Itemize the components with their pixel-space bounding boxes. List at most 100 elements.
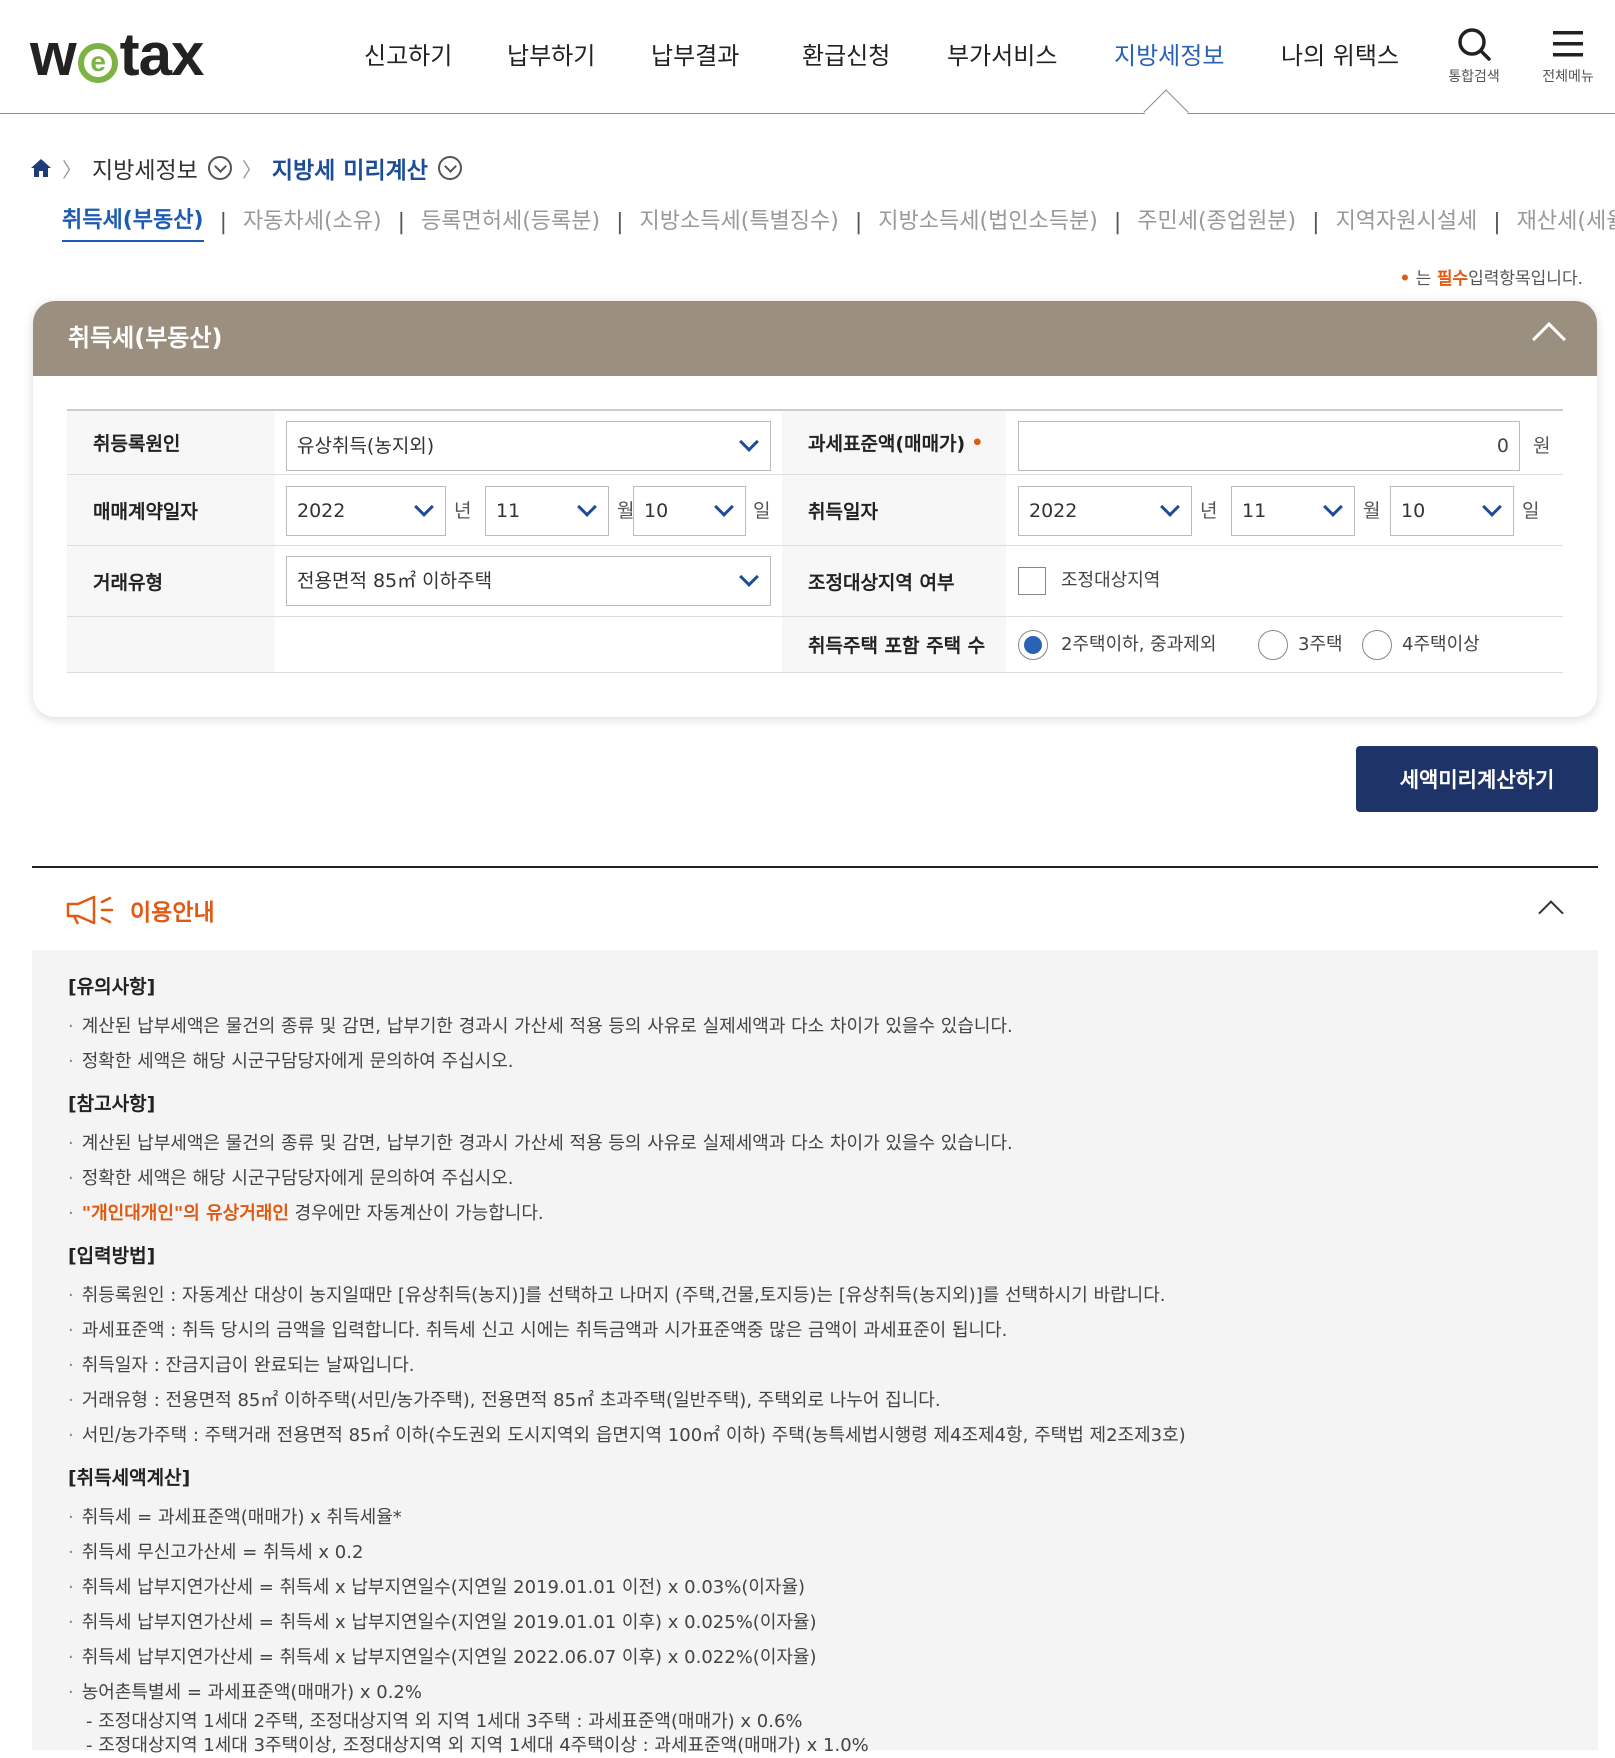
tab-divider: | <box>616 209 624 235</box>
list-item-text: 거래유형 : 전용면적 85㎡ 이하주택(서민/농가주택), 전용면적 85㎡ … <box>81 1390 941 1411</box>
menu-label: 전체메뉴 <box>1542 69 1594 85</box>
chevron-down-circle-icon[interactable] <box>207 156 232 180</box>
calculate-tax-button[interactable]: 세액미리계산하기 <box>1356 746 1598 812</box>
house-count-label: 취득주택 포함 주택 수 <box>782 617 1006 672</box>
nav-payment[interactable]: 납부하기 <box>507 34 595 78</box>
list-item-text: 취득세 납부지연가산세 = 취득세 x 납부지연일수(지연일 2019.01.0… <box>81 1612 817 1633</box>
deal-type-select[interactable]: 전용면적 85㎡ 이하주택 <box>286 556 771 606</box>
list-item: · 취득세 = 과세표준액(매매가) x 취득세율* <box>68 1507 402 1528</box>
list-item: · 취등록원인 : 자동계산 대상이 농지일때만 [유상취득(농지)]를 선택하고… <box>68 1285 1166 1306</box>
house-count-option-3[interactable]: 3주택 <box>1298 630 1343 660</box>
nav-payment-result[interactable]: 납부결과 <box>651 34 739 78</box>
tab-registration-license-tax[interactable]: 등록면허세(등록분) <box>421 203 600 241</box>
breadcrumb-level1[interactable]: 지방세정보 <box>92 151 198 185</box>
acq-day-value: 10 <box>1401 500 1426 522</box>
adjust-region-label: 조정대상지역 여부 <box>782 546 1006 616</box>
adjust-region-option-label[interactable]: 조정대상지역 <box>1061 566 1160 596</box>
tab-regional-resource-facility-tax[interactable]: 지역자원시설세 <box>1336 203 1478 241</box>
home-icon[interactable] <box>30 157 52 179</box>
tab-divider: | <box>219 209 227 235</box>
contract-day-value: 10 <box>644 500 669 522</box>
form-row: 취등록원인 유상취득(농지외) 과세표준액(매매가) • 0 원 <box>67 409 1563 475</box>
nav-file-report[interactable]: 신고하기 <box>364 34 452 78</box>
guide-title: 이용안내 <box>66 890 215 930</box>
house-count-radio-4-or-more[interactable] <box>1362 630 1392 660</box>
sub-list-item: - 조정대상지역 1세대 3주택이상, 조정대상지역 외 지역 1세대 4주택이… <box>86 1735 869 1756</box>
contract-day-select[interactable]: 10 <box>633 486 746 536</box>
form-row: 매매계약일자 2022 년 11 월 10 일 취득일자 2022 년 11 월… <box>67 475 1563 546</box>
tab-property-tax-special[interactable]: 재산세(세율특례) <box>1517 203 1615 241</box>
day-unit: 일 <box>1522 500 1540 522</box>
house-count-option-4-or-more[interactable]: 4주택이상 <box>1402 630 1480 660</box>
megaphone-icon <box>66 895 114 925</box>
won-unit: 원 <box>1533 435 1551 457</box>
list-item-text: 경우에만 자동계산이 가능합니다. <box>288 1203 544 1224</box>
wetax-logo[interactable]: w e tax <box>30 18 204 92</box>
list-item-text: 취득일자 : 잔금지급이 완료되는 날짜입니다. <box>81 1355 415 1376</box>
chevron-down-icon <box>1160 497 1180 517</box>
integrated-search-button[interactable]: 통합검색 <box>1434 26 1514 86</box>
list-item: · 취득세 납부지연가산세 = 취득세 x 납부지연일수(지연일 2022.06.… <box>68 1647 817 1668</box>
tab-local-income-tax-special[interactable]: 지방소득세(특별징수) <box>640 203 839 241</box>
guide-body: [유의사항] · 계산된 납부세액은 물건의 종류 및 감면, 납부기한 경과시 … <box>32 950 1598 1756</box>
month-unit: 월 <box>617 500 635 522</box>
highlight-text: "개인대개인"의 유상거래인 <box>81 1203 289 1224</box>
chevron-down-icon <box>714 497 734 517</box>
list-item: · 취득세 납부지연가산세 = 취득세 x 납부지연일수(지연일 2019.01.… <box>68 1577 806 1598</box>
month-unit: 월 <box>1363 500 1381 522</box>
chevron-down-icon <box>1482 497 1502 517</box>
tab-vehicle-tax[interactable]: 자동차세(소유) <box>243 203 382 241</box>
adjust-region-checkbox[interactable] <box>1018 567 1046 595</box>
house-count-option-2-or-less[interactable]: 2주택이하, 중과제외 <box>1061 630 1216 660</box>
form-row: 거래유형 전용면적 85㎡ 이하주택 조정대상지역 여부 조정대상지역 <box>67 546 1563 617</box>
required-bullet: • <box>1399 269 1411 289</box>
house-count-radio-3[interactable] <box>1258 630 1288 660</box>
chevron-down-circle-icon[interactable] <box>437 156 462 180</box>
empty-label-cell <box>67 617 275 672</box>
tab-local-income-tax-corporate[interactable]: 지방소득세(법인소득분) <box>878 203 1098 241</box>
tab-divider: | <box>1113 209 1122 235</box>
list-item-text: 취득세 무신고가산세 = 취득세 x 0.2 <box>81 1542 364 1563</box>
nav-extra-services[interactable]: 부가서비스 <box>947 34 1057 78</box>
cause-label: 취등록원인 <box>67 411 275 474</box>
contract-month-select[interactable]: 11 <box>485 486 609 536</box>
required-note-post: 입력항목입니다. <box>1468 269 1583 289</box>
nav-local-tax-info[interactable]: 지방세정보 <box>1114 34 1224 78</box>
list-item-text: 취득세 납부지연가산세 = 취득세 x 납부지연일수(지연일 2022.06.0… <box>81 1647 817 1668</box>
list-item-text: 취등록원인 : 자동계산 대상이 농지일때만 [유상취득(농지)]를 선택하고 … <box>81 1285 1166 1306</box>
contract-year-select[interactable]: 2022 <box>286 486 446 536</box>
deal-type-value: 전용면적 85㎡ 이하주택 <box>297 570 493 592</box>
nav-refund[interactable]: 환급신청 <box>802 34 890 78</box>
acq-year-select[interactable]: 2022 <box>1018 486 1192 536</box>
acq-year-value: 2022 <box>1029 500 1078 522</box>
acq-month-select[interactable]: 11 <box>1231 486 1355 536</box>
section-title: [입력방법] <box>68 1245 156 1267</box>
tab-divider: | <box>1493 209 1501 235</box>
chevron-up-icon[interactable] <box>1532 322 1566 356</box>
breadcrumb-level2[interactable]: 지방세 미리계산 <box>272 151 428 185</box>
required-dot: • <box>971 431 984 454</box>
year-unit: 년 <box>454 500 472 522</box>
tab-acquisition-tax[interactable]: 취득세(부동산) <box>62 202 204 242</box>
nav-my-wetax[interactable]: 나의 위택스 <box>1281 34 1399 78</box>
list-item-text: 정확한 세액은 해당 시군구담당자에게 문의하여 주십시오. <box>81 1168 514 1189</box>
acq-date-label: 취득일자 <box>782 475 1006 545</box>
tax-base-input[interactable]: 0 <box>1018 421 1520 471</box>
chevron-down-icon <box>739 567 759 587</box>
list-item-text: 농어촌특별세 = 과세표준액(매매가) x 0.2% <box>81 1682 422 1703</box>
chevron-up-icon[interactable] <box>1538 900 1564 926</box>
section-title: [유의사항] <box>68 976 156 998</box>
list-item: · 농어촌특별세 = 과세표준액(매매가) x 0.2% <box>68 1682 422 1703</box>
house-count-radio-2-or-less[interactable] <box>1018 630 1048 660</box>
acq-month-value: 11 <box>1242 500 1267 522</box>
acq-day-select[interactable]: 10 <box>1390 486 1514 536</box>
tab-resident-tax-employee[interactable]: 주민세(종업원분) <box>1137 203 1296 241</box>
day-unit: 일 <box>753 500 771 522</box>
sub-list-item: - 조정대상지역 1세대 2주택, 조정대상지역 외 지역 1세대 3주택 : … <box>86 1711 803 1732</box>
all-menu-button[interactable]: 전체메뉴 <box>1528 26 1608 86</box>
list-item: · "개인대개인"의 유상거래인 경우에만 자동계산이 가능합니다. <box>68 1203 544 1224</box>
guide-divider <box>32 866 1598 868</box>
cause-select[interactable]: 유상취득(농지외) <box>286 421 771 471</box>
deal-type-label: 거래유형 <box>67 546 275 616</box>
contract-date-label: 매매계약일자 <box>67 475 275 545</box>
